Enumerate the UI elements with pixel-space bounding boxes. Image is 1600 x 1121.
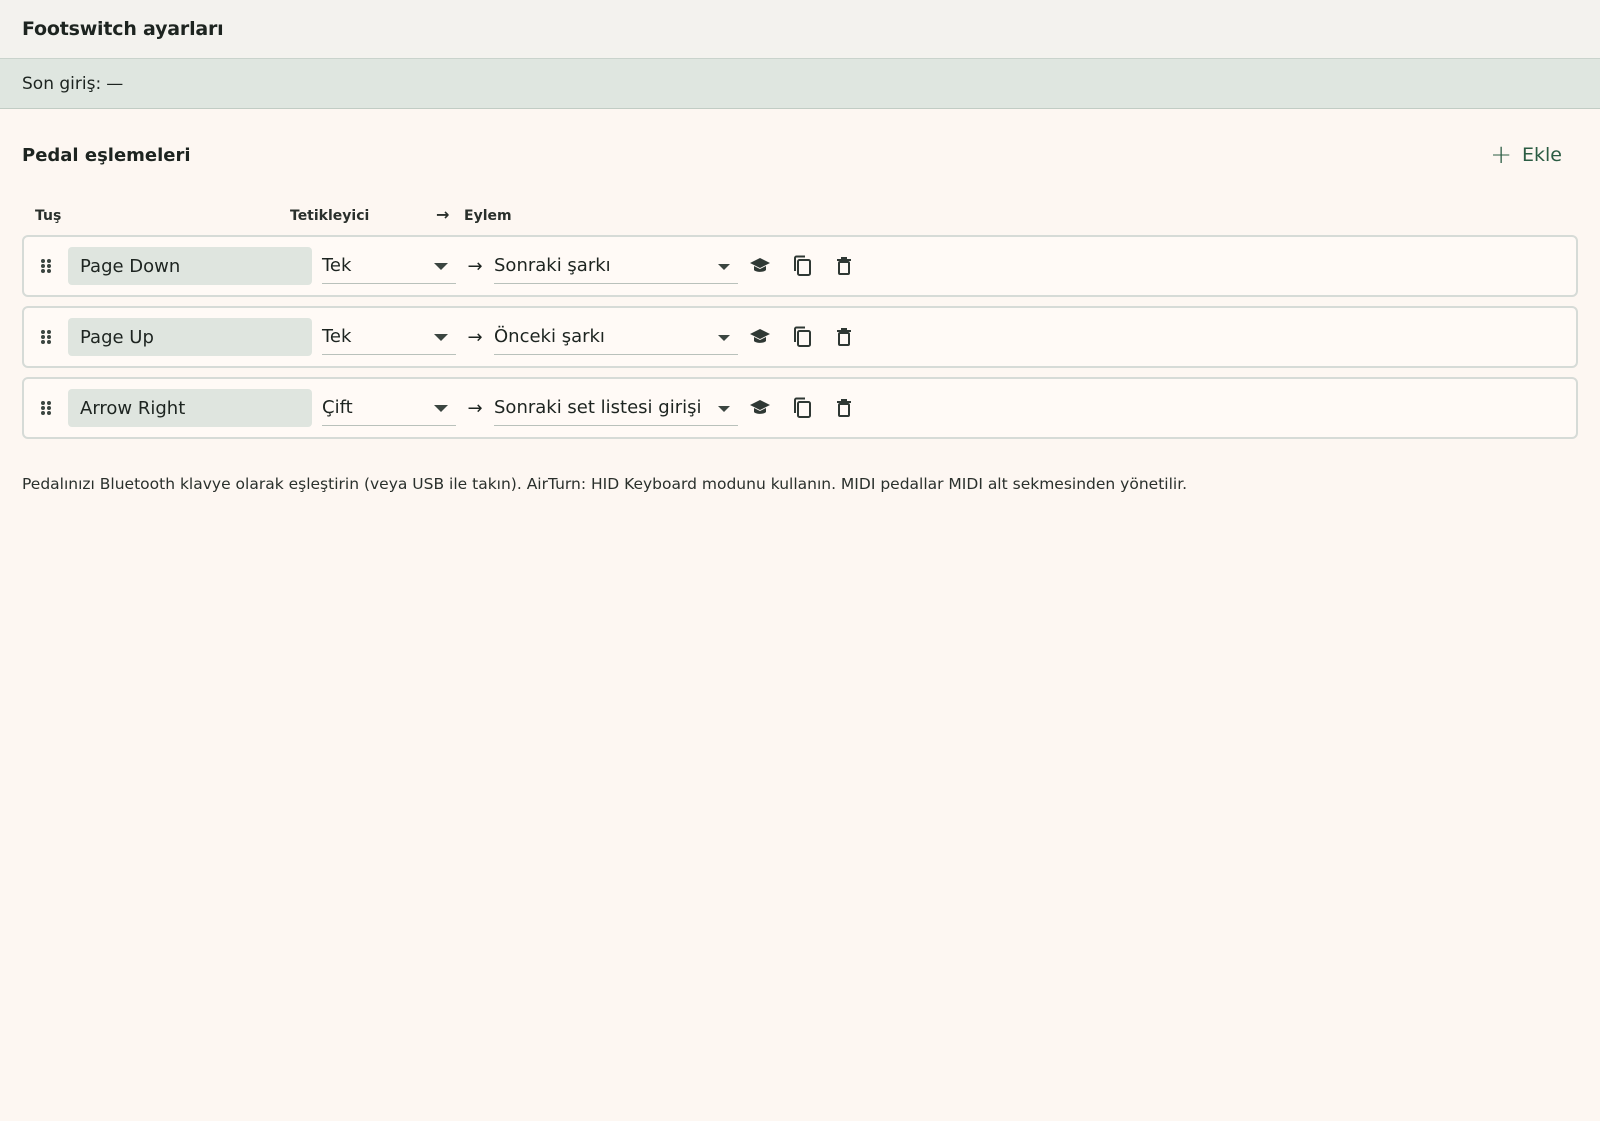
copy-icon[interactable]	[790, 254, 814, 278]
trigger-select[interactable]: Çift	[322, 390, 456, 426]
drag-handle-icon[interactable]	[24, 258, 68, 274]
row-actions	[748, 325, 856, 349]
page-title: Footswitch ayarları	[22, 18, 224, 40]
section-title: Pedal eşlemeleri	[22, 144, 191, 166]
column-headers: Tuş Tetikleyici → Eylem	[22, 201, 1578, 231]
main-content: Pedal eşlemeleri + Ekle Tuş Tetikleyici …	[0, 109, 1600, 493]
mapping-list: Tek → Sonraki şarkı	[22, 235, 1578, 439]
last-input-value: —	[106, 73, 124, 94]
dropdown-caret-icon	[718, 406, 730, 412]
dropdown-caret-icon	[718, 335, 730, 341]
delete-icon[interactable]	[832, 325, 856, 349]
delete-icon[interactable]	[832, 254, 856, 278]
dropdown-caret-icon	[718, 264, 730, 270]
action-select[interactable]: Önceki şarkı	[494, 319, 738, 355]
learn-icon[interactable]	[748, 254, 772, 278]
trigger-select[interactable]: Tek	[322, 248, 456, 284]
dropdown-caret-icon	[434, 334, 448, 341]
action-select[interactable]: Sonraki set listesi girişi	[494, 390, 738, 426]
app-header: Footswitch ayarları	[0, 0, 1600, 59]
copy-icon[interactable]	[790, 325, 814, 349]
column-action: Eylem	[464, 208, 512, 224]
drag-handle-icon[interactable]	[24, 329, 68, 345]
row-actions	[748, 396, 856, 420]
row-actions	[748, 254, 856, 278]
help-note: Pedalınızı Bluetooth klavye olarak eşleş…	[22, 475, 1188, 493]
plus-icon: +	[1490, 140, 1513, 170]
arrow-right-icon: →	[467, 397, 483, 419]
arrow-right-icon: →	[436, 205, 450, 224]
action-value: Sonraki şarkı	[494, 255, 611, 276]
key-field[interactable]	[68, 318, 312, 356]
drag-handle-icon[interactable]	[24, 400, 68, 416]
mapping-row: Tek → Sonraki şarkı	[22, 235, 1578, 297]
column-key: Tuş	[35, 208, 62, 224]
action-select[interactable]: Sonraki şarkı	[494, 248, 738, 284]
mapping-row: Çift → Sonraki set listesi girişi	[22, 377, 1578, 439]
key-field[interactable]	[68, 247, 312, 285]
add-label: Ekle	[1522, 144, 1562, 166]
arrow-right-icon: →	[467, 326, 483, 348]
arrow-right-icon: →	[467, 255, 483, 277]
copy-icon[interactable]	[790, 396, 814, 420]
last-input-label: Son giriş:	[22, 73, 102, 94]
trigger-value: Tek	[322, 326, 352, 347]
mapping-row: Tek → Önceki şarkı	[22, 306, 1578, 368]
delete-icon[interactable]	[832, 396, 856, 420]
action-value: Sonraki set listesi girişi	[494, 397, 702, 418]
dropdown-caret-icon	[434, 405, 448, 412]
learn-icon[interactable]	[748, 396, 772, 420]
key-field[interactable]	[68, 389, 312, 427]
section-header: Pedal eşlemeleri + Ekle	[22, 109, 1578, 201]
column-trigger: Tetikleyici	[290, 208, 370, 224]
status-bar: Son giriş: —	[0, 59, 1600, 109]
learn-icon[interactable]	[748, 325, 772, 349]
trigger-value: Tek	[322, 255, 352, 276]
add-mapping-button[interactable]: + Ekle	[1480, 136, 1578, 174]
dropdown-caret-icon	[434, 263, 448, 270]
action-value: Önceki şarkı	[494, 326, 605, 347]
trigger-value: Çift	[322, 397, 353, 418]
trigger-select[interactable]: Tek	[322, 319, 456, 355]
